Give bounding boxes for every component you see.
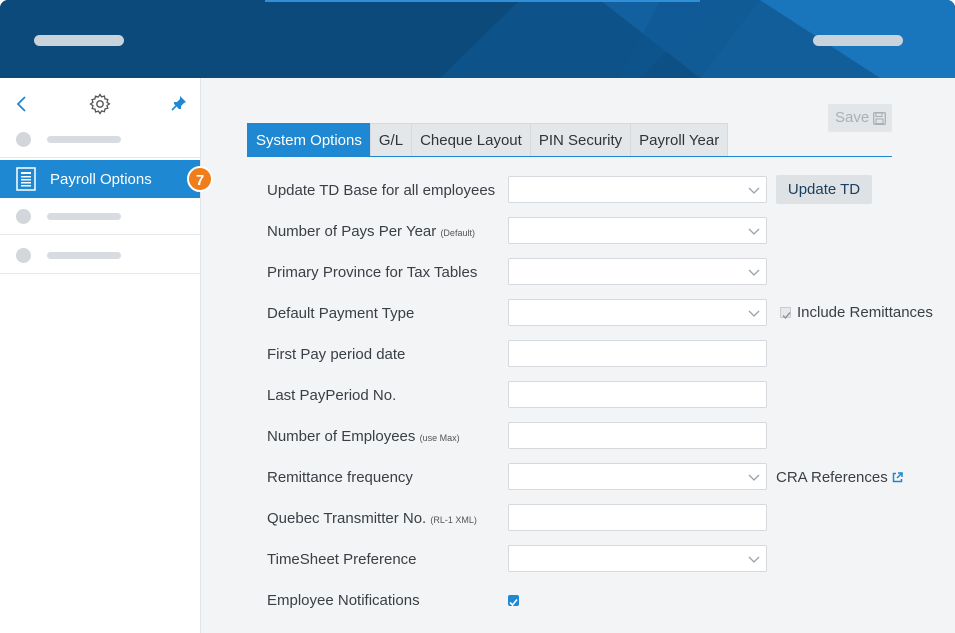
sidebar-item-icon bbox=[16, 132, 31, 147]
header-title-placeholder bbox=[34, 35, 124, 46]
tab-system-options[interactable]: System Options bbox=[247, 123, 371, 156]
number-of-employees-input[interactable] bbox=[508, 422, 767, 449]
checkbox-checked-icon bbox=[780, 307, 791, 320]
field-label-first-pay-period-date: First Pay period date bbox=[267, 346, 406, 363]
sidebar-item-placeholder[interactable] bbox=[0, 120, 200, 158]
quebec-transmitter-no-input[interactable] bbox=[508, 504, 767, 531]
chevron-down-icon bbox=[748, 269, 760, 276]
field-note-default: (Default) bbox=[440, 228, 475, 238]
sidebar-item-icon bbox=[16, 248, 31, 263]
tab-payroll-year[interactable]: Payroll Year bbox=[630, 123, 729, 156]
sidebar-item-label-placeholder bbox=[47, 213, 121, 220]
sidebar-item-payroll-options[interactable]: Payroll Options bbox=[0, 160, 200, 198]
document-list-icon bbox=[16, 167, 36, 191]
sidebar-item-placeholder[interactable] bbox=[0, 236, 200, 274]
sidebar-item-placeholder[interactable] bbox=[0, 197, 200, 235]
include-remittances-label: Include Remittances bbox=[797, 304, 933, 321]
field-label-primary-province: Primary Province for Tax Tables bbox=[267, 264, 478, 281]
employee-notifications-checkbox[interactable] bbox=[508, 595, 519, 607]
first-pay-period-date-input[interactable] bbox=[508, 340, 767, 367]
remittance-frequency-select[interactable] bbox=[508, 463, 767, 490]
field-label-number-of-employees: Number of Employees (use Max) bbox=[267, 428, 460, 445]
gear-icon[interactable] bbox=[88, 92, 112, 116]
chevron-down-icon bbox=[748, 228, 760, 235]
update-td-base-select[interactable] bbox=[508, 176, 767, 203]
chevron-down-icon bbox=[748, 187, 760, 194]
chevron-down-icon bbox=[748, 310, 760, 317]
sidebar-item-icon bbox=[16, 209, 31, 224]
field-note-use-max: (use Max) bbox=[419, 433, 460, 443]
default-payment-type-select[interactable] bbox=[508, 299, 767, 326]
checkbox-checked-icon bbox=[509, 598, 518, 607]
header-background bbox=[0, 0, 955, 78]
sidebar-item-label: Payroll Options bbox=[50, 171, 152, 188]
tab-gl[interactable]: G/L bbox=[369, 123, 413, 156]
tab-underline bbox=[247, 156, 892, 157]
cra-references-label: CRA References bbox=[776, 469, 888, 486]
timesheet-preference-select[interactable] bbox=[508, 545, 767, 572]
update-td-button[interactable]: Update TD bbox=[776, 175, 872, 204]
sidebar-item-label-placeholder bbox=[47, 136, 121, 143]
field-label-remittance-frequency: Remittance frequency bbox=[267, 469, 413, 486]
tab-bar: System Options G/L Cheque Layout PIN Sec… bbox=[247, 123, 729, 156]
field-label-quebec-transmitter-no: Quebec Transmitter No. (RL-1 XML) bbox=[267, 510, 477, 527]
header-user-placeholder[interactable] bbox=[813, 35, 903, 46]
cra-references-link[interactable]: CRA References bbox=[776, 469, 903, 486]
app-header bbox=[0, 0, 955, 78]
field-label-default-payment-type: Default Payment Type bbox=[267, 305, 415, 322]
step-badge: 7 bbox=[187, 166, 213, 192]
chevron-down-icon bbox=[748, 474, 760, 481]
field-label-pays-per-year: Number of Pays Per Year (Default) bbox=[267, 223, 475, 240]
pays-per-year-select[interactable] bbox=[508, 217, 767, 244]
last-pay-period-no-input[interactable] bbox=[508, 381, 767, 408]
save-button[interactable]: Save bbox=[828, 104, 892, 132]
tab-cheque-layout[interactable]: Cheque Layout bbox=[411, 123, 531, 156]
field-label-employee-notifications: Employee Notifications bbox=[267, 592, 420, 609]
floppy-disk-icon bbox=[873, 112, 886, 125]
save-button-label: Save bbox=[835, 109, 870, 126]
primary-province-select[interactable] bbox=[508, 258, 767, 285]
sidebar-item-label-placeholder bbox=[47, 252, 121, 259]
field-label-last-pay-period-no: Last PayPeriod No. bbox=[267, 387, 397, 404]
sidebar: Payroll Options bbox=[0, 78, 201, 633]
tab-pin-security[interactable]: PIN Security bbox=[529, 123, 632, 156]
field-label-timesheet-preference: TimeSheet Preference bbox=[267, 551, 417, 568]
back-chevron-icon[interactable] bbox=[12, 94, 32, 114]
field-note-rl1-xml: (RL-1 XML) bbox=[430, 515, 477, 525]
chevron-down-icon bbox=[748, 556, 760, 563]
external-link-icon bbox=[892, 472, 903, 483]
field-label-update-td-base: Update TD Base for all employees bbox=[267, 182, 496, 199]
pin-icon[interactable] bbox=[171, 95, 187, 111]
